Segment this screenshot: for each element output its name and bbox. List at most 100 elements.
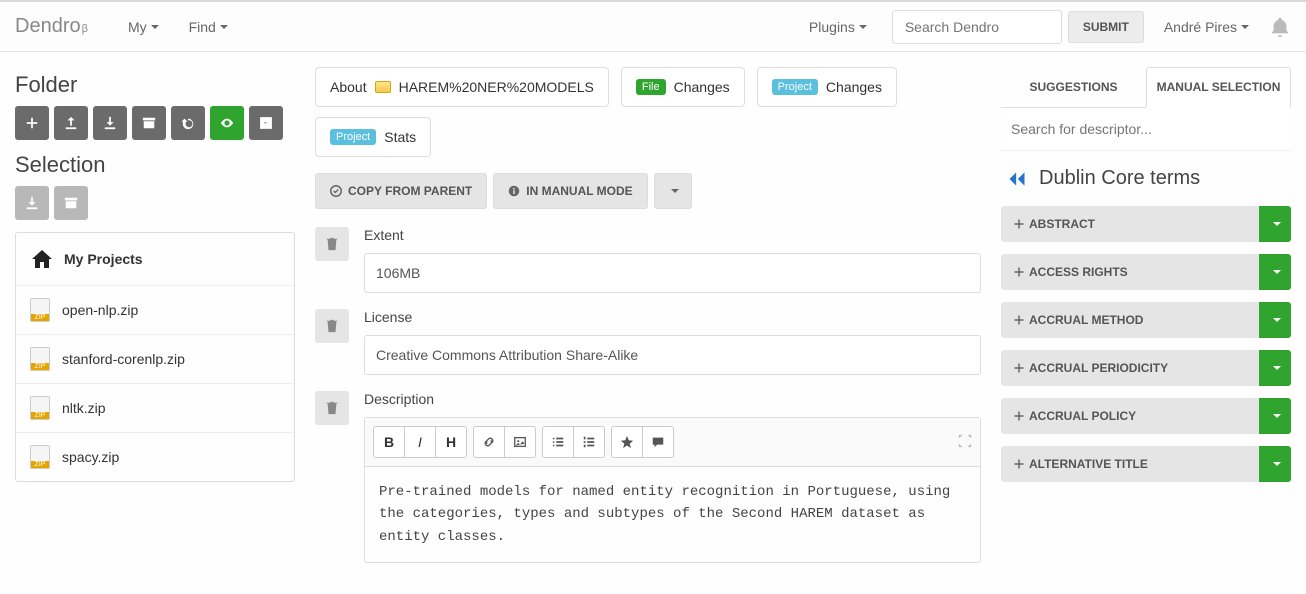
tab-about[interactable]: About HAREM%20NER%20MODELS xyxy=(315,67,609,107)
archive-button[interactable] xyxy=(132,106,166,140)
term-alternative-title-dropdown[interactable] xyxy=(1259,446,1291,482)
user-menu[interactable]: André Pires xyxy=(1164,19,1249,35)
extent-input[interactable] xyxy=(364,253,981,293)
brand-beta: β xyxy=(82,23,88,35)
term-accrual-policy-dropdown[interactable] xyxy=(1259,398,1291,434)
term-access-rights-button[interactable]: ACCESS RIGHTS xyxy=(1001,254,1259,290)
projects-panel: My Projects open-nlp.zip stanford-corenl… xyxy=(15,232,295,482)
brand-logo[interactable]: Dendroβ xyxy=(15,15,88,38)
download-button[interactable] xyxy=(93,106,127,140)
nav-plugins[interactable]: Plugins xyxy=(809,19,867,35)
heading-button[interactable]: H xyxy=(435,426,467,458)
chevron-down-icon xyxy=(671,189,679,193)
license-input[interactable] xyxy=(364,335,981,375)
tab-project-stats[interactable]: Project Stats xyxy=(315,117,431,157)
file-row[interactable]: nltk.zip xyxy=(16,383,294,432)
term-accrual-method-dropdown[interactable] xyxy=(1259,302,1291,338)
double-arrow-left-icon xyxy=(1007,171,1027,187)
ul-button[interactable] xyxy=(542,426,574,458)
project-badge: Project xyxy=(330,129,376,145)
expand-button[interactable] xyxy=(958,434,972,451)
plus-icon xyxy=(1013,266,1025,278)
right-tabs: SUGGESTIONS MANUAL SELECTION xyxy=(1001,67,1291,108)
plus-icon xyxy=(1013,410,1025,422)
chevron-down-icon xyxy=(1273,462,1281,466)
term-accrual-policy-button[interactable]: ACCRUAL POLICY xyxy=(1001,398,1259,434)
zip-icon xyxy=(30,396,50,420)
copy-from-parent-button[interactable]: COPY FROM PARENT xyxy=(315,173,487,209)
comment-button[interactable] xyxy=(642,426,674,458)
file-badge: File xyxy=(636,79,666,95)
action-row: COPY FROM PARENT IN MANUAL MODE xyxy=(315,173,981,209)
home-icon xyxy=(30,247,54,271)
italic-button[interactable]: I xyxy=(404,426,436,458)
term-accrual-periodicity-button[interactable]: ACCRUAL PERIODICITY xyxy=(1001,350,1259,386)
manual-mode-button[interactable]: IN MANUAL MODE xyxy=(493,173,647,209)
nav-my[interactable]: My xyxy=(128,19,159,35)
term-accrual-periodicity-dropdown[interactable] xyxy=(1259,350,1291,386)
chevron-down-icon xyxy=(1273,318,1281,322)
file-name: open-nlp.zip xyxy=(62,302,138,318)
zip-icon xyxy=(30,347,50,371)
zip-icon xyxy=(30,445,50,469)
file-name: spacy.zip xyxy=(62,449,119,465)
file-row[interactable]: open-nlp.zip xyxy=(16,285,294,334)
editor-toolbar: B I H xyxy=(365,418,980,467)
term-access-rights-dropdown[interactable] xyxy=(1259,254,1291,290)
image-button[interactable] xyxy=(504,426,536,458)
description-label: Description xyxy=(364,391,981,407)
term-alternative-title-button[interactable]: ALTERNATIVE TITLE xyxy=(1001,446,1259,482)
plus-icon xyxy=(1013,362,1025,374)
selection-archive-button[interactable] xyxy=(54,186,88,220)
file-row[interactable]: stanford-corenlp.zip xyxy=(16,334,294,383)
file-row[interactable]: spacy.zip xyxy=(16,432,294,481)
folder-heading: Folder xyxy=(15,72,295,98)
nav-find[interactable]: Find xyxy=(189,19,228,35)
approve-button[interactable] xyxy=(249,106,283,140)
selection-heading: Selection xyxy=(15,152,295,178)
center-tabs: About HAREM%20NER%20MODELS File Changes … xyxy=(315,67,981,107)
undo-button[interactable] xyxy=(171,106,205,140)
trash-icon xyxy=(325,237,339,251)
submit-button[interactable]: SUBMIT xyxy=(1068,11,1144,43)
delete-description-button[interactable] xyxy=(315,391,349,425)
add-button[interactable] xyxy=(15,106,49,140)
terms-heading[interactable]: Dublin Core terms xyxy=(1001,151,1291,206)
descriptor-search-input[interactable] xyxy=(1001,108,1291,151)
description-editor: B I H xyxy=(364,417,981,563)
upload-button[interactable] xyxy=(54,106,88,140)
chevron-down-icon xyxy=(1273,414,1281,418)
tab-project-changes[interactable]: Project Changes xyxy=(757,67,897,107)
zip-icon xyxy=(30,298,50,322)
term-abstract-dropdown[interactable] xyxy=(1259,206,1291,242)
bold-button[interactable]: B xyxy=(373,426,405,458)
trash-icon xyxy=(325,319,339,333)
selection-toolbar xyxy=(15,186,295,220)
search-input[interactable] xyxy=(892,10,1062,44)
license-label: License xyxy=(364,309,981,325)
manual-mode-dropdown[interactable] xyxy=(654,173,692,209)
link-button[interactable] xyxy=(473,426,505,458)
special-button[interactable] xyxy=(611,426,643,458)
brand-name: Dendro xyxy=(15,15,81,38)
bell-icon[interactable] xyxy=(1269,16,1291,38)
plus-icon xyxy=(1013,218,1025,230)
term-accrual-method-button[interactable]: ACCRUAL METHOD xyxy=(1001,302,1259,338)
term-abstract-button[interactable]: ABSTRACT xyxy=(1001,206,1259,242)
delete-license-button[interactable] xyxy=(315,309,349,343)
chevron-down-icon xyxy=(1273,222,1281,226)
tab-manual-selection[interactable]: MANUAL SELECTION xyxy=(1146,67,1291,108)
chevron-down-icon xyxy=(1273,366,1281,370)
tab-suggestions[interactable]: SUGGESTIONS xyxy=(1001,67,1146,107)
description-textarea[interactable]: Pre-trained models for named entity reco… xyxy=(365,467,980,562)
chevron-down-icon xyxy=(220,25,228,29)
ol-button[interactable] xyxy=(573,426,605,458)
check-circle-icon xyxy=(330,185,342,197)
file-name: nltk.zip xyxy=(62,400,106,416)
info-icon xyxy=(508,185,520,197)
chevron-down-icon xyxy=(1273,270,1281,274)
tab-file-changes[interactable]: File Changes xyxy=(621,67,745,107)
selection-download-button[interactable] xyxy=(15,186,49,220)
delete-extent-button[interactable] xyxy=(315,227,349,261)
view-button[interactable] xyxy=(210,106,244,140)
